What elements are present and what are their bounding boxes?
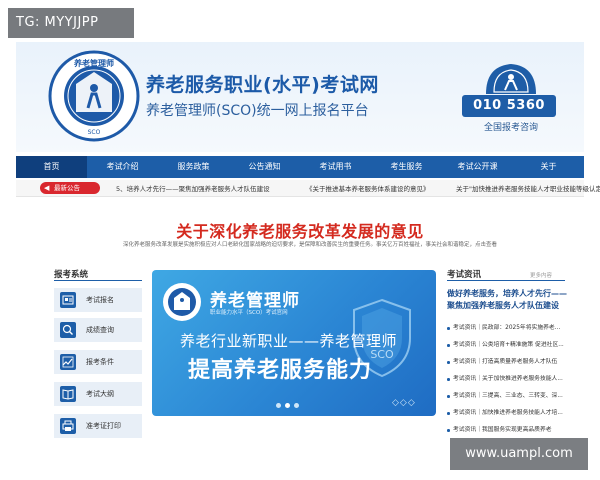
- news-item[interactable]: 考试资讯｜三提高、三业态、三转变、深...: [447, 388, 571, 405]
- banner-logo: [162, 282, 202, 322]
- news-title-underline: [447, 280, 565, 281]
- notice-bar: 5、培养人才先行——聚焦加强养老服务人才队伍建设 《关于推进基本养老服务体系建设…: [16, 180, 600, 197]
- nav-item-open-class[interactable]: 考试公开课: [442, 156, 513, 178]
- carousel-indicators: [276, 403, 299, 408]
- search-icon: [60, 322, 76, 338]
- news-feature[interactable]: 做好养老服务，培养人才先行——聚焦加强养老服务人才队伍建设: [447, 288, 569, 312]
- notice-item[interactable]: 关于"加快推进养老服务技能人才职业技能等级认定: [456, 183, 600, 193]
- site-logo[interactable]: SCO 养老管理师: [48, 50, 140, 142]
- site-subtitle: 养老管理师(SCO)统一网上报名平台: [146, 103, 369, 119]
- news-item[interactable]: 考试资讯｜关于加快推进养老服务技能人...: [447, 371, 571, 388]
- news-item[interactable]: 考试资讯｜我国服务实现更高品质养老: [447, 422, 571, 439]
- news-item[interactable]: 考试资讯｜民政部：2025年将实施养老...: [447, 320, 571, 337]
- sidebar-item-label: 成绩查询: [86, 326, 114, 334]
- notice-item[interactable]: 5、培养人才先行——聚焦加强养老服务人才队伍建设: [116, 183, 270, 193]
- nav-item-candidate-services[interactable]: 考生服务: [371, 156, 442, 178]
- watermark-bottom-right: www.uampl.com: [450, 438, 588, 470]
- speaker-icon: ◀: [44, 184, 50, 192]
- id-card-icon: [60, 292, 76, 308]
- site-title: 养老服务职业(水平)考试网: [146, 74, 379, 96]
- banner-decoration-icon: ◇◇◇: [392, 398, 416, 408]
- nav-item-announcements[interactable]: 公告通知: [229, 156, 300, 178]
- notice-badge-label: 最新公告: [54, 184, 80, 192]
- sidebar-item-syllabus[interactable]: 考试大纲: [54, 382, 142, 406]
- sidebar-title-underline: [54, 280, 142, 281]
- sidebar-item-label: 报考条件: [86, 358, 114, 366]
- notice-item[interactable]: 《关于推进基本养老服务体系建设的意见》: [306, 183, 430, 193]
- news-item[interactable]: 考试资讯｜加快推进养老服务技能人才培...: [447, 405, 571, 422]
- sidebar-item-label: 准考证打印: [86, 422, 121, 430]
- phone-number[interactable]: 010 5360 5360: [462, 95, 556, 135]
- sidebar-title: 报考系统: [54, 270, 89, 280]
- nav-item-policy[interactable]: 服务政策: [158, 156, 229, 178]
- news-list: 考试资讯｜民政部：2025年将实施养老... 考试资讯｜公类培育+精准施策 促进…: [447, 320, 571, 439]
- news-title: 考试资讯: [447, 270, 482, 280]
- book-icon: [60, 386, 76, 402]
- news-item[interactable]: 考试资讯｜打造高质量养老服务人才队伍: [447, 354, 571, 371]
- headline[interactable]: 关于深化养老服务改革发展的意见: [0, 218, 600, 242]
- logo-top-text: 养老管理师: [73, 58, 114, 68]
- news-more-link[interactable]: 更多内容: [530, 271, 552, 279]
- carousel-dot-active[interactable]: [285, 403, 290, 408]
- notice-badge: ◀ 最新公告: [40, 182, 100, 194]
- news-item[interactable]: 考试资讯｜公类培育+精准施策 促进社区...: [447, 337, 571, 354]
- carousel-dot[interactable]: [294, 403, 299, 408]
- banner-slogan: 养老行业新职业——养老管理师: [180, 332, 398, 350]
- watermark-top-left: TG: MYYJJPP: [8, 8, 134, 38]
- banner-subtitle: 职业能力水平（SCO）考试官网: [210, 310, 288, 316]
- banner-main-text: 提高养老服务能力: [188, 358, 373, 383]
- phone-label: 全国报考咨询: [483, 123, 538, 133]
- carousel-dot[interactable]: [276, 403, 281, 408]
- logo-bottom-text: SCO: [88, 129, 101, 136]
- nav-item-home[interactable]: 首页: [16, 156, 87, 178]
- sidebar-item-label: 考试大纲: [86, 390, 114, 398]
- sidebar-item-admission-print[interactable]: 准考证打印: [54, 414, 142, 438]
- printer-icon: [60, 418, 76, 434]
- nav-item-books[interactable]: 考试用书: [300, 156, 371, 178]
- main-nav: 首页 考试介绍 服务政策 公告通知 考试用书 考生服务 考试公开课 关于: [16, 156, 584, 178]
- sidebar-item-requirements[interactable]: 报考条件: [54, 350, 142, 374]
- chart-icon: [60, 354, 76, 370]
- sidebar-item-label: 考试报名: [86, 296, 114, 304]
- headline-lead: 深化养老服务改革发展是实施积极应对人口老龄化国家战略的迫切要求，是保障和改善民生…: [122, 242, 497, 248]
- sidebar-item-score-query[interactable]: 成绩查询: [54, 318, 142, 342]
- nav-item-about[interactable]: 关于: [513, 156, 584, 178]
- nav-item-exam-intro[interactable]: 考试介绍: [87, 156, 158, 178]
- sidebar-item-registration[interactable]: 考试报名: [54, 288, 142, 312]
